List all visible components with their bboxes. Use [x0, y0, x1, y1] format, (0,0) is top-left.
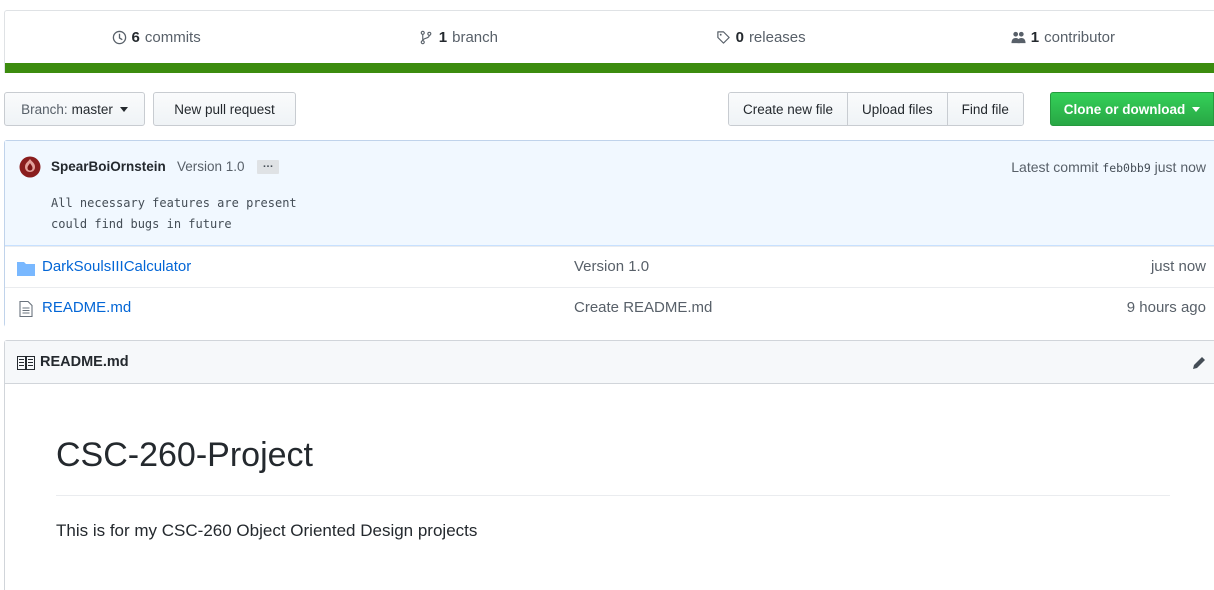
file-name-link[interactable]: DarkSoulsIIICalculator [42, 258, 191, 275]
tag-icon [716, 30, 730, 44]
readme-paragraph: This is for my CSC-260 Object Oriented D… [56, 521, 478, 540]
contributors-link[interactable]: 1 contributor [912, 29, 1214, 46]
people-icon [1011, 31, 1026, 43]
history-icon [112, 30, 126, 44]
commit-sha-link[interactable]: feb0bb9 [1102, 161, 1150, 175]
releases-link[interactable]: 0 releases [610, 29, 912, 46]
latest-commit-info: Latest commit feb0bb9 just now [1011, 159, 1206, 175]
repo-stats-bar: 6 commits 1 branch 0 releases 1 contribu… [4, 10, 1214, 73]
file-name-link[interactable]: README.md [42, 299, 131, 316]
clone-or-download-label: Clone or download [1063, 101, 1186, 117]
folder-icon [17, 262, 35, 276]
table-row: DarkSoulsIIICalculator Version 1.0 just … [5, 246, 1214, 287]
commit-time: just now [1154, 159, 1206, 175]
releases-label: releases [748, 28, 806, 46]
commit-tease: SpearBoiOrnstein Version 1.0 … All neces… [5, 141, 1214, 246]
avatar[interactable] [19, 156, 41, 178]
commits-count: 6 [131, 28, 140, 46]
branches-link[interactable]: 1 branch [307, 29, 609, 46]
readme-heading: CSC-260-Project [56, 436, 313, 474]
file-table: SpearBoiOrnstein Version 1.0 … All neces… [4, 140, 1214, 328]
divider [56, 495, 1170, 496]
file-commit-message-link[interactable]: Version 1.0 [574, 258, 649, 275]
commit-description: All necessary features are present could… [51, 196, 297, 231]
latest-commit-label: Latest commit [1011, 159, 1099, 175]
language-bar[interactable] [5, 63, 1214, 73]
readme-panel: README.md CSC-260-Project This is for my… [4, 340, 1214, 590]
commit-title-link[interactable]: Version 1.0 [177, 159, 245, 174]
clone-or-download-button[interactable]: Clone or download [1050, 92, 1214, 126]
new-pull-request-button[interactable]: New pull request [153, 92, 296, 126]
create-new-file-button[interactable]: Create new file [729, 93, 848, 125]
file-age: just now [1150, 258, 1206, 275]
chevron-down-icon [1192, 106, 1201, 112]
file-actions-group: Create new file Upload files Find file [728, 92, 1024, 126]
contributors-count: 1 [1030, 28, 1040, 46]
branch-name: master [71, 101, 113, 117]
book-icon [17, 356, 35, 370]
commits-label: commits [144, 28, 201, 46]
chevron-down-icon [119, 106, 128, 112]
branches-count: 1 [438, 28, 448, 46]
file-icon [19, 301, 33, 317]
releases-count: 0 [735, 28, 744, 46]
find-file-button[interactable]: Find file [946, 93, 1023, 125]
file-age: 9 hours ago [1126, 299, 1206, 316]
branches-label: branch [452, 28, 498, 46]
table-row: README.md Create README.md 9 hours ago [5, 287, 1214, 328]
readme-filename: README.md [40, 354, 129, 370]
contributors-label: contributor [1044, 28, 1115, 46]
branch-prefix: Branch: [21, 101, 68, 117]
upload-files-button[interactable]: Upload files [847, 93, 947, 125]
branch-icon [420, 30, 432, 44]
expand-commit-message-button[interactable]: … [257, 159, 279, 174]
commits-link[interactable]: 6 commits [5, 29, 307, 46]
file-commit-message-link[interactable]: Create README.md [574, 299, 712, 316]
pencil-icon[interactable] [1190, 354, 1208, 372]
branch-select-button[interactable]: Branch: master [4, 92, 145, 126]
commit-author-link[interactable]: SpearBoiOrnstein [51, 159, 166, 174]
readme-header: README.md [5, 341, 1214, 384]
